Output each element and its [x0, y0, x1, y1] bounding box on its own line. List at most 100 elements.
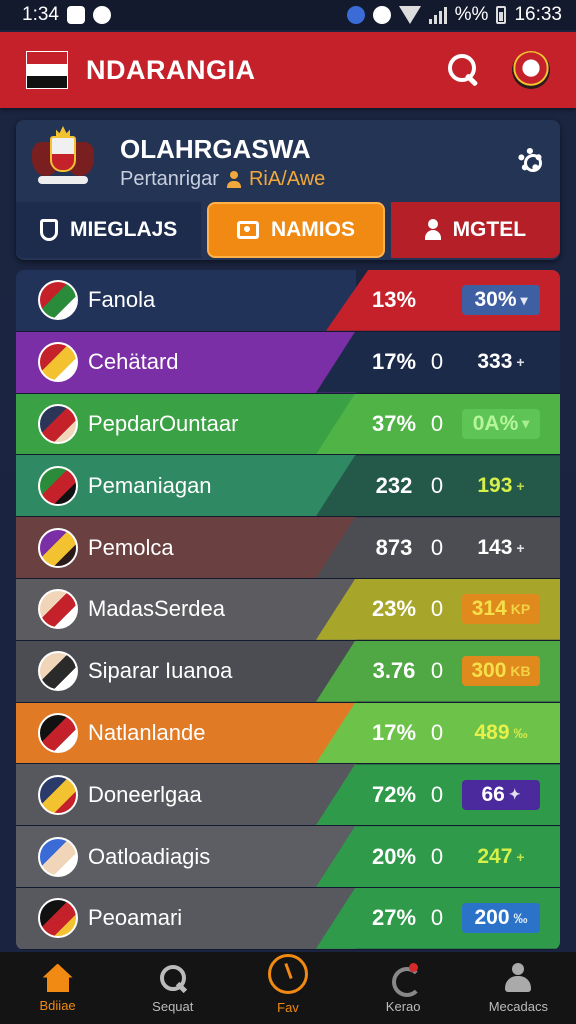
club-stat-badge-value: 143	[477, 535, 513, 559]
club-logo-icon	[38, 342, 78, 383]
status-time: 1:34	[22, 4, 59, 25]
tab-label: MGTEL	[452, 218, 527, 241]
clock-icon	[267, 953, 308, 994]
club-logo-icon	[38, 403, 78, 444]
tab-label: MIEGLAJS	[69, 218, 178, 241]
table-row[interactable]: Doneerlgaa 72% 0 66 ✦	[16, 764, 560, 827]
tab-namios[interactable]: NAMIOS	[207, 202, 385, 258]
bluetooth-icon	[346, 6, 365, 24]
nav-notifications[interactable]: Kerao	[348, 962, 458, 1014]
table-row[interactable]: Pemolca 873 0 143 +	[16, 517, 560, 579]
club-stat-primary: 17%	[371, 719, 417, 745]
nav-label: Sequat	[152, 998, 194, 1014]
club-stat-badge-mark: +	[516, 354, 525, 371]
battery-text: %%	[454, 4, 489, 25]
club-stat-zero: 0	[430, 781, 444, 807]
club-stat-badge-mark: +	[516, 477, 525, 494]
club-name: Peoamari	[88, 905, 183, 931]
club-stat-badge-value: 300	[471, 659, 507, 683]
camera-icon	[236, 221, 259, 239]
table-row[interactable]: MadasSerdea 23% 0 314 KP	[16, 578, 560, 641]
tab-mieglajs[interactable]: MIEGLAJS	[16, 202, 202, 258]
club-logo-icon	[38, 465, 78, 506]
nav-home[interactable]: Bdiiae	[3, 964, 113, 1013]
status-left: 1:34	[22, 4, 111, 26]
club-stat-badge-mark: KP	[510, 601, 531, 618]
club-stat-badge: 333 +	[462, 347, 540, 377]
nav-label: Mecadacs	[488, 998, 548, 1014]
table-row[interactable]: Peoamari 27% 0 200 ‰	[16, 887, 560, 950]
club-stat-badge: 300 KB	[462, 656, 540, 687]
club-name: MadasSerdea	[88, 596, 225, 622]
nav-favorites[interactable]: Fav	[233, 953, 343, 1015]
battery-icon	[496, 6, 507, 24]
table-row[interactable]: PepdarOuntaar 37% 0 0A% ▾	[16, 393, 560, 456]
segment-tabs: MIEGLAJS NAMIOS MGTEL	[16, 202, 560, 258]
club-stat-primary: 873	[375, 534, 413, 560]
club-stat-zero: 0	[430, 843, 444, 869]
app-header: NDARANGIA	[0, 32, 576, 108]
status-right: %% 16:33	[346, 4, 562, 26]
club-stat-zero: 0	[430, 596, 444, 622]
club-name: Natlanlande	[88, 719, 206, 745]
club-name: Pemaniagan	[88, 472, 212, 498]
home-icon	[43, 964, 73, 992]
club-stat-badge: 0A% ▾	[462, 408, 540, 439]
search-icon[interactable]	[444, 50, 484, 90]
club-stat-primary: 27%	[371, 905, 417, 931]
club-logo-icon	[38, 774, 78, 815]
emblem-shield	[50, 136, 76, 172]
club-stat-badge-value: 66	[481, 782, 505, 806]
club-stat-badge-value: 0A%	[472, 411, 519, 435]
club-stat-zero: 0	[430, 410, 444, 436]
table-row[interactable]: Cehätard 17% 0 333 +	[16, 331, 560, 394]
nav-members[interactable]: Mecadacs	[463, 962, 573, 1014]
club-stat-badge-mark: ‰	[513, 910, 528, 927]
club-stat-zero: 0	[430, 472, 444, 498]
flag-icon	[26, 51, 68, 89]
people-icon	[503, 962, 533, 993]
emblem-crown	[56, 126, 70, 138]
club-stat-primary: 72%	[371, 781, 417, 807]
club-logo-icon	[38, 712, 78, 753]
club-stat-badge-mark: ▾	[520, 291, 528, 308]
nav-search[interactable]: Sequat	[118, 963, 228, 1014]
shield-icon	[39, 219, 58, 241]
card-subtitle: Pertanrigar RiA/Awe	[120, 168, 325, 191]
club-logo-icon	[38, 651, 78, 692]
table-row[interactable]: Fanola 13% 30% ▾	[16, 270, 560, 332]
club-stat-primary: 20%	[371, 843, 417, 869]
club-name: Doneerlgaa	[88, 781, 202, 807]
app-notification-icon	[92, 6, 111, 24]
club-stat-badge-mark: +	[516, 848, 525, 865]
table-row[interactable]: Pemaniagan 232 0 193 +	[16, 455, 560, 518]
signal-icon	[428, 6, 447, 24]
club-stat-badge-mark: ✦	[508, 786, 521, 803]
club-stat-badge-mark: KB	[510, 663, 531, 680]
club-stat-badge-mark: ▾	[522, 415, 530, 432]
club-stat-zero: 0	[430, 658, 444, 684]
standings-table: Fanola 13% 30% ▾ Cehätard 17% 0 333 + PepdarOunta…	[16, 270, 560, 950]
notification-icon	[66, 6, 85, 24]
tab-mgtel[interactable]: MGTEL	[390, 202, 560, 258]
card-title: OLAHRGASWA	[120, 134, 311, 164]
table-row[interactable]: Siparar Iuanoa 3.76 0 300 KB	[16, 640, 560, 703]
club-name: Pemolca	[88, 534, 174, 560]
club-stat-zero: 0	[430, 349, 444, 375]
gear-icon[interactable]	[518, 148, 542, 172]
table-row[interactable]: Natlanlande 17% 0 489 ‰	[16, 702, 560, 765]
club-stat-badge: 314 KP	[462, 594, 540, 625]
club-stat-badge-value: 333	[477, 350, 513, 374]
club-name: Oatloadiagis	[88, 843, 211, 869]
club-stat-badge-mark: +	[516, 539, 525, 556]
club-stat-primary: 23%	[371, 596, 417, 622]
card-subtitle-text: Pertanrigar	[120, 168, 219, 190]
club-name: Siparar Iuanoa	[88, 658, 233, 684]
search-icon	[158, 963, 188, 993]
club-stat-badge-value: 489	[474, 720, 510, 744]
club-stat-badge-value: 314	[471, 597, 507, 621]
club-stat-badge: 489 ‰	[462, 718, 540, 748]
team-crest-icon[interactable]	[512, 51, 550, 89]
club-stat-badge: 247 +	[462, 842, 540, 872]
table-row[interactable]: Oatloadiagis 20% 0 247 +	[16, 826, 560, 888]
